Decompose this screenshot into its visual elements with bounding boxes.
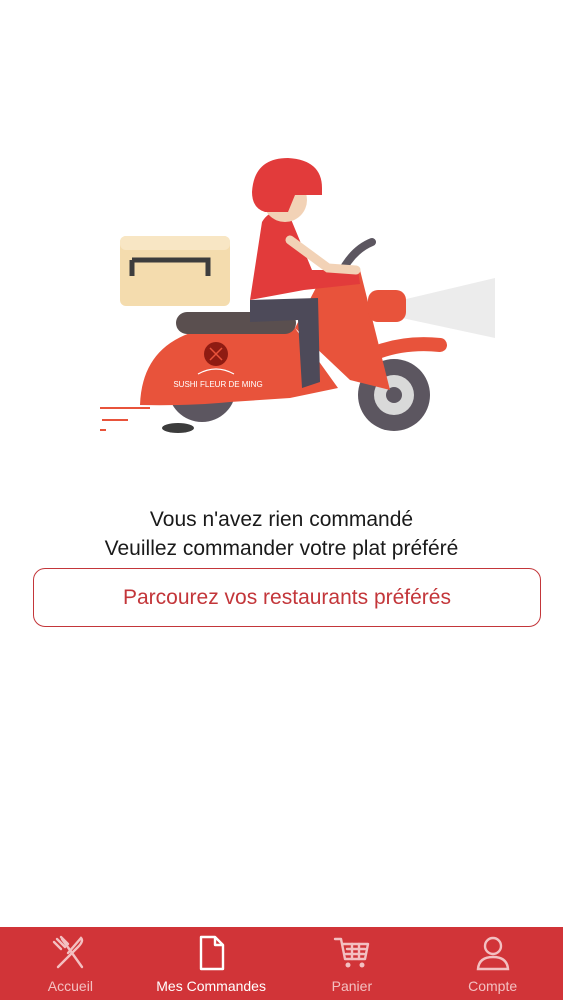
tab-mes-commandes-label: Mes Commandes: [156, 978, 266, 994]
tab-accueil-label: Accueil: [47, 978, 93, 994]
cart-icon: [333, 937, 370, 968]
document-icon: [199, 935, 225, 971]
helmet: [252, 158, 322, 212]
tab-mes-commandes[interactable]: Mes Commandes: [141, 927, 282, 1000]
empty-message-line-2: Veuillez commander votre plat préféré: [104, 537, 459, 560]
shadow: [162, 423, 194, 433]
empty-message-line-1: Vous n'avez rien commandé: [149, 508, 414, 531]
tab-accueil[interactable]: Accueil: [0, 927, 141, 1000]
bottom-tab-bar: Accueil Mes Commandes Panier Compte: [0, 927, 563, 1000]
scooter-brand-text: SUSHI FLEUR DE MING: [173, 380, 262, 389]
tab-panier-label: Panier: [331, 978, 373, 994]
tab-panier[interactable]: Panier: [282, 927, 423, 1000]
headlight-beam: [402, 278, 495, 338]
empty-orders-message: Vous n'avez rien commandé Veuillez comma…: [0, 505, 563, 563]
browse-restaurants-button[interactable]: Parcourez vos restaurants préférés: [33, 568, 541, 627]
tab-compte[interactable]: Compte: [422, 927, 563, 1000]
delivery-scooter-illustration: SUSHI FLEUR DE MING: [100, 158, 495, 433]
user-icon: [476, 936, 509, 971]
tab-compte-label: Compte: [468, 978, 518, 994]
fork-knife-icon: [53, 935, 84, 969]
